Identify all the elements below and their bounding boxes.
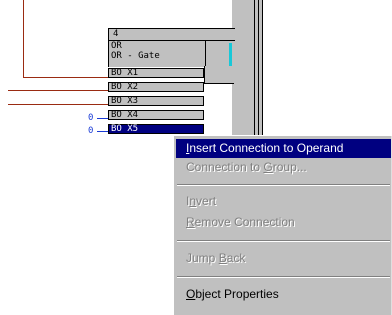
operand-label: BO X4 <box>111 110 139 120</box>
negation-marker-x5: 0 <box>88 126 94 136</box>
operand-label: BO X5 <box>111 124 139 134</box>
menu-item-accelerator: B <box>218 251 227 265</box>
negation-marker-x4: 0 <box>88 113 94 123</box>
operand-label: BO X1 <box>111 68 139 78</box>
block-type: OR <box>111 41 122 51</box>
menu-item-text: bject Properties <box>195 287 279 301</box>
menu-item-text: roup... <box>272 160 307 174</box>
menu-item-text: nsert Connection to Operand <box>189 141 344 155</box>
operand-x5[interactable]: BO X5 <box>108 124 204 134</box>
menu-item-insert-connection[interactable]: Insert Connection to Operand <box>176 139 391 158</box>
wire-x2 <box>8 90 109 91</box>
or-gate-block[interactable]: 4 OR OR - Gate <box>108 28 236 67</box>
menu-item-accelerator: O <box>186 287 196 301</box>
menu-separator <box>177 240 390 242</box>
operand-label: BO X2 <box>111 82 139 92</box>
menu-item-text: emove Connection <box>194 215 295 229</box>
block-output-pin[interactable] <box>229 43 232 67</box>
menu-item-text: Connection to <box>186 160 264 174</box>
operand-x3[interactable]: BO X3 <box>108 96 204 106</box>
operand-x2[interactable]: BO X2 <box>108 82 204 92</box>
block-name: OR - Gate <box>111 51 160 61</box>
menu-item-connection-to-group[interactable]: Connection to Group... <box>176 158 391 177</box>
operand-label: BO X3 <box>111 96 139 106</box>
menu-item-invert[interactable]: Invert <box>176 192 391 211</box>
menu-separator <box>177 184 390 186</box>
block-number: 4 <box>113 29 119 39</box>
wire-x1-vertical <box>23 0 24 78</box>
block-output-wire <box>204 66 234 84</box>
menu-item-text: ack <box>226 251 246 265</box>
menu-item-remove-connection[interactable]: Remove Connection <box>176 213 391 232</box>
menu-item-object-properties[interactable]: Object Properties <box>176 285 391 304</box>
operand-x1[interactable]: BO X1 <box>108 68 204 78</box>
menu-separator <box>177 276 390 278</box>
menu-item-accelerator: G <box>263 160 273 174</box>
menu-item-jump-back[interactable]: Jump Back <box>176 249 391 268</box>
context-menu[interactable]: Insert Connection to Operand Connection … <box>173 135 392 315</box>
wire-x3 <box>8 104 109 105</box>
wire-x1 <box>23 77 109 78</box>
menu-item-accelerator: R <box>186 215 195 229</box>
menu-item-text: Jump <box>186 251 219 265</box>
menu-item-text: vert <box>196 194 217 208</box>
operand-x4[interactable]: BO X4 <box>108 110 204 120</box>
